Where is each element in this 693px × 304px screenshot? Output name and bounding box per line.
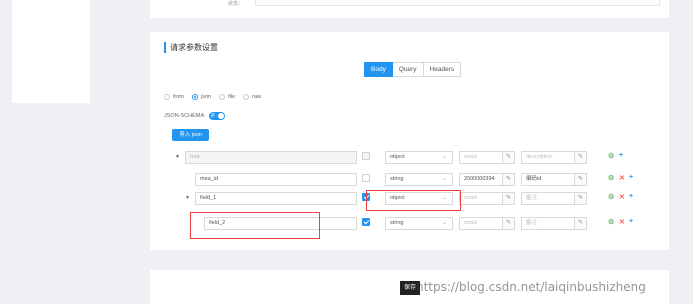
radio-circle-icon	[192, 94, 198, 100]
radio-file[interactable]: file	[219, 94, 235, 100]
type-select[interactable]: string ⌄	[385, 217, 453, 230]
required-checkbox[interactable]	[362, 152, 370, 160]
json-schema-toggle[interactable]: 开	[208, 112, 225, 120]
add-icon[interactable]: +	[629, 218, 633, 225]
required-checkbox[interactable]	[362, 218, 370, 226]
type-select[interactable]: object ⌄	[385, 151, 453, 164]
section-title: 请求参数设置	[164, 42, 218, 53]
add-icon[interactable]: +	[619, 152, 623, 159]
edit-icon[interactable]: ✎	[574, 218, 586, 229]
radio-circle-icon	[243, 94, 250, 100]
mock-input[interactable]: 2000000394 ✎	[459, 173, 515, 186]
chevron-down-icon: ⌄	[441, 220, 447, 226]
chevron-down-icon: ⌄	[441, 154, 447, 160]
tab-headers[interactable]: Headers	[423, 62, 462, 77]
json-schema-label: JSON-SCHEMA:	[164, 113, 206, 119]
param-tabs: Body Query Headers	[364, 62, 462, 77]
edit-icon[interactable]: ✎	[574, 193, 586, 204]
settings-icon[interactable]: ⚙	[608, 193, 614, 201]
request-params-panel: 请求参数设置 Body Query Headers form json file…	[150, 32, 669, 250]
radio-form[interactable]: form	[164, 94, 184, 100]
field-name-input[interactable]: root	[185, 151, 357, 164]
schema-row-root: ▼ root object ⌄ mock ✎ description ✎ ⚙ +	[150, 151, 669, 165]
field-name-input[interactable]: mea_id	[195, 173, 357, 186]
edit-icon[interactable]: ✎	[574, 174, 586, 185]
watermark-text: https://blog.csdn.net/laiqinbushizheng	[416, 280, 646, 294]
add-icon[interactable]: +	[629, 174, 633, 181]
json-schema-row: JSON-SCHEMA: 开	[164, 112, 225, 120]
edit-icon[interactable]: ✎	[502, 152, 514, 163]
body-type-radios: form json file raw	[164, 94, 261, 100]
highlight-box-field-2	[190, 212, 320, 239]
description-input[interactable]: 备注 ✎	[521, 217, 587, 230]
status-label: 状态：	[228, 1, 244, 7]
edit-icon[interactable]: ✎	[502, 174, 514, 185]
required-checkbox[interactable]	[362, 174, 370, 182]
edit-icon[interactable]: ✎	[574, 152, 586, 163]
tab-body[interactable]: Body	[364, 62, 393, 77]
footer-card: 保存 https://blog.csdn.net/laiqinbushizhen…	[150, 270, 669, 304]
collapse-caret-icon[interactable]: ▼	[175, 154, 180, 160]
previous-section-card: 状态：	[150, 0, 669, 18]
add-icon[interactable]: +	[629, 193, 633, 200]
radio-json[interactable]: json	[192, 94, 211, 100]
settings-icon[interactable]: ⚙	[608, 152, 614, 160]
delete-icon[interactable]: ✕	[619, 218, 625, 226]
collapse-caret-icon[interactable]: ▼	[185, 195, 190, 201]
field-name-input[interactable]: field_1	[195, 192, 357, 205]
type-select[interactable]: string ⌄	[385, 173, 453, 186]
highlight-box-type	[366, 190, 461, 211]
mock-input[interactable]: mock ✎	[459, 151, 515, 164]
tab-query[interactable]: Query	[392, 62, 424, 77]
mock-input[interactable]: mock ✎	[459, 217, 515, 230]
status-field[interactable]	[255, 0, 660, 6]
description-input[interactable]: 备注 ✎	[521, 192, 587, 205]
sidebar-card	[12, 0, 90, 103]
schema-row-mea-id: mea_id string ⌄ 2000000394 ✎ 编码id ✎ ⚙ ✕ +	[150, 173, 669, 187]
edit-icon[interactable]: ✎	[502, 218, 514, 229]
import-json-button[interactable]: 导入 json	[172, 129, 209, 141]
chevron-down-icon: ⌄	[441, 176, 447, 182]
radio-raw[interactable]: raw	[243, 94, 261, 100]
delete-icon[interactable]: ✕	[619, 193, 625, 201]
radio-circle-icon	[164, 94, 170, 100]
description-input[interactable]: description ✎	[521, 151, 587, 164]
settings-icon[interactable]: ⚙	[608, 174, 614, 182]
settings-icon[interactable]: ⚙	[608, 218, 614, 226]
edit-icon[interactable]: ✎	[502, 193, 514, 204]
delete-icon[interactable]: ✕	[619, 174, 625, 182]
radio-circle-icon	[219, 94, 226, 100]
description-input[interactable]: 编码id ✎	[521, 173, 587, 186]
mock-input[interactable]: mock ✎	[459, 192, 515, 205]
